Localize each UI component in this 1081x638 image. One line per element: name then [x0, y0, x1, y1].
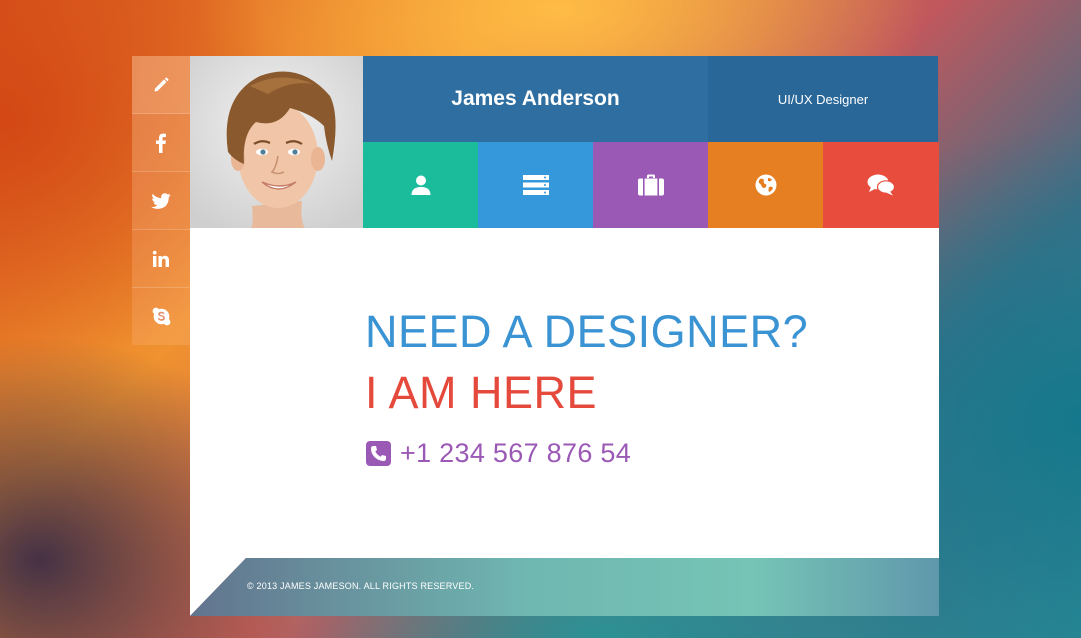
nav-globe[interactable] — [708, 142, 823, 228]
skype-icon — [152, 307, 170, 326]
pencil-icon — [154, 76, 169, 91]
profile-title: UI/UX Designer — [708, 56, 938, 142]
nav-about[interactable] — [363, 142, 478, 228]
facebook-link[interactable] — [132, 114, 190, 172]
edit-button[interactable] — [132, 56, 190, 114]
nav-contact[interactable] — [823, 142, 939, 228]
avatar — [190, 56, 363, 228]
nav-resume[interactable] — [478, 142, 593, 228]
twitter-icon — [151, 192, 171, 209]
social-sidebar — [132, 56, 190, 345]
phone-icon — [366, 441, 391, 466]
user-icon — [411, 175, 430, 195]
linkedin-link[interactable] — [132, 230, 190, 288]
phone-contact[interactable]: +1 234 567 876 54 — [366, 438, 631, 469]
list-icon — [522, 175, 549, 195]
hero-subheadline: I AM HERE — [365, 367, 598, 418]
section-nav — [363, 142, 939, 228]
hero-headline: NEED A DESIGNER? — [365, 306, 809, 357]
twitter-link[interactable] — [132, 172, 190, 230]
skype-link[interactable] — [132, 288, 190, 345]
nav-portfolio[interactable] — [593, 142, 708, 228]
profile-name: James Anderson — [363, 56, 708, 142]
briefcase-icon — [637, 174, 664, 196]
profile-card: James Anderson UI/UX Designer NEED A DES… — [190, 56, 939, 616]
footer: © 2013 JAMES JAMESON. ALL RIGHTS RESERVE… — [190, 558, 939, 616]
hero-content: NEED A DESIGNER? I AM HERE +1 234 567 87… — [190, 228, 939, 558]
linkedin-icon — [152, 250, 169, 267]
profile-header: James Anderson UI/UX Designer — [190, 56, 939, 228]
chat-icon — [867, 174, 895, 196]
phone-number[interactable]: +1 234 567 876 54 — [400, 438, 631, 469]
facebook-icon — [156, 133, 166, 153]
copyright-text: © 2013 JAMES JAMESON. ALL RIGHTS RESERVE… — [247, 581, 475, 591]
globe-icon — [755, 174, 776, 196]
